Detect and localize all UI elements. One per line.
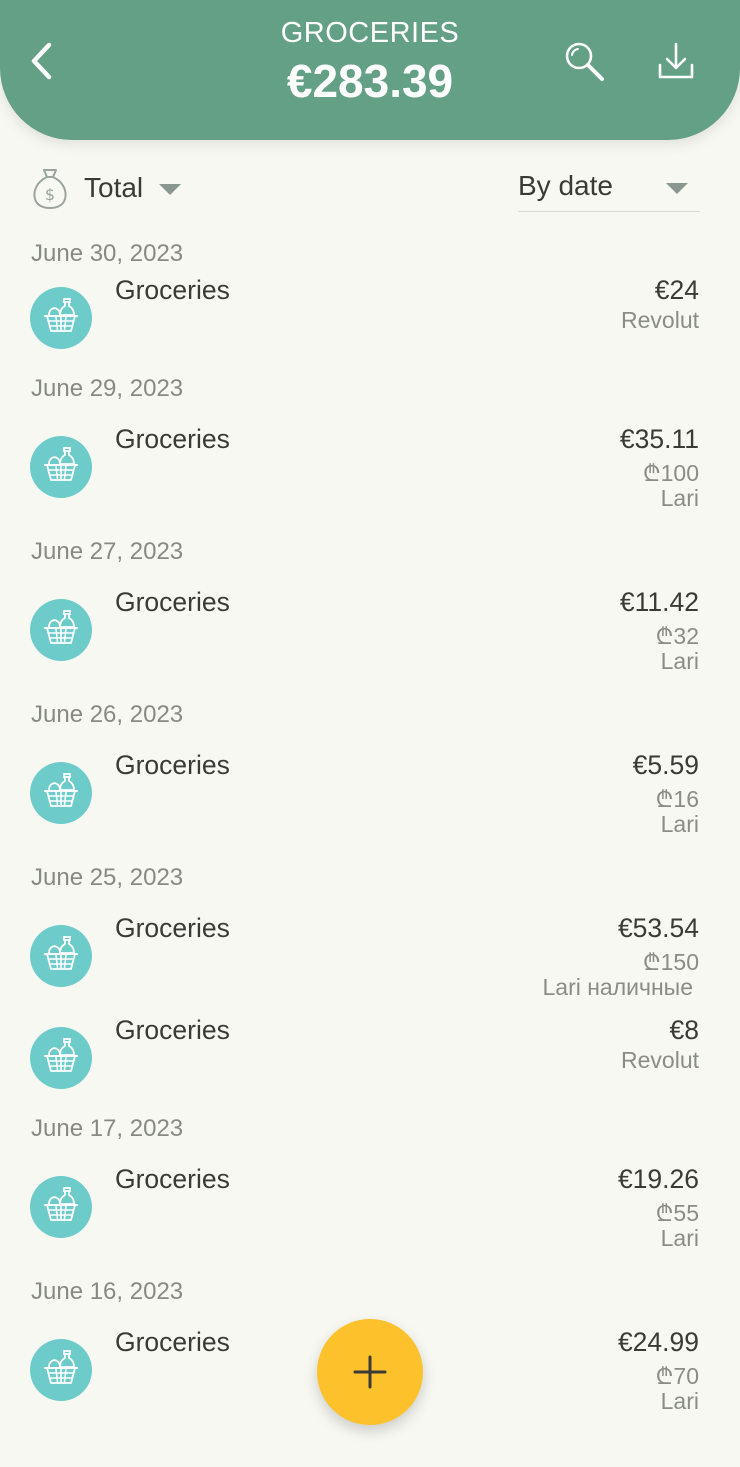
grocery-basket-icon: [41, 934, 81, 979]
download-button[interactable]: [650, 36, 702, 86]
grocery-basket-icon: [41, 445, 81, 490]
category-icon-circle: [30, 1339, 92, 1401]
date-header: June 30, 2023: [31, 240, 184, 267]
transaction-amount: €35.11: [619, 424, 699, 454]
category-icon-circle: [30, 762, 92, 824]
date-header: June 27, 2023: [31, 538, 184, 565]
category-icon-circle: [30, 287, 92, 349]
category-name: Groceries: [115, 913, 230, 943]
category-name: Groceries: [115, 587, 230, 617]
original-amount: ₾55: [655, 1200, 699, 1226]
original-amount: ₾32: [655, 623, 699, 649]
transaction-amount: €19.26: [617, 1164, 699, 1194]
account-name: Revolut: [621, 1047, 699, 1073]
grocery-basket-icon: [41, 1348, 81, 1393]
add-transaction-button[interactable]: [317, 1319, 423, 1425]
account-name: Lari: [660, 485, 699, 511]
account-name: Revolut: [621, 307, 699, 333]
total-filter-label: Total: [84, 172, 144, 203]
transaction-amount: €8: [669, 1015, 699, 1045]
original-amount: ₾100: [642, 460, 699, 486]
category-icon-circle: [30, 925, 92, 987]
plus-icon: [353, 1355, 387, 1389]
money-bag-icon: $: [33, 169, 67, 209]
category-icon-circle: [30, 599, 92, 661]
account-name: Lari наличные: [542, 974, 693, 1000]
category-name: Groceries: [115, 424, 230, 454]
grocery-basket-icon: [41, 608, 81, 653]
app-header: GROCERIES €283.39: [0, 0, 740, 140]
category-name: Groceries: [115, 1164, 230, 1194]
search-icon: [565, 42, 604, 81]
date-header: June 25, 2023: [31, 864, 184, 891]
date-header: June 16, 2023: [31, 1278, 184, 1305]
category-icon-circle: [30, 1027, 92, 1089]
svg-text:$: $: [45, 185, 55, 204]
category-name: Groceries: [115, 275, 230, 305]
transaction-amount: €5.59: [632, 750, 699, 780]
grocery-basket-icon: [41, 1036, 81, 1081]
date-header: June 17, 2023: [31, 1115, 184, 1142]
account-name: Lari: [660, 811, 699, 837]
original-amount: ₾16: [655, 786, 699, 812]
grocery-basket-icon: [41, 771, 81, 816]
account-name: Lari: [660, 1388, 699, 1414]
account-name: Lari: [660, 1225, 699, 1251]
date-header: June 26, 2023: [31, 701, 184, 728]
category-name: Groceries: [115, 750, 230, 780]
category-name: Groceries: [115, 1327, 230, 1357]
sort-dropdown[interactable]: By date: [518, 166, 700, 212]
total-amount: €283.39: [286, 55, 454, 107]
transaction-amount: €24: [654, 275, 699, 305]
dropdown-arrow-icon: [159, 183, 182, 195]
category-icon-circle: [30, 1176, 92, 1238]
transaction-amount: €11.42: [619, 587, 699, 617]
transaction-amount: €53.54: [617, 913, 699, 943]
date-header: June 29, 2023: [31, 375, 184, 402]
original-amount: ₾150: [642, 949, 699, 975]
original-amount: ₾70: [655, 1363, 699, 1389]
download-icon: [658, 42, 694, 79]
transaction-amount: €24.99: [617, 1327, 699, 1357]
search-button[interactable]: [558, 36, 610, 86]
category-name: Groceries: [115, 1015, 230, 1045]
total-filter-dropdown[interactable]: $ Total: [30, 164, 182, 212]
dropdown-arrow-icon: [666, 183, 688, 194]
account-name: Lari: [660, 648, 699, 674]
category-icon-circle: [30, 436, 92, 498]
sort-label: By date: [518, 170, 613, 201]
grocery-basket-icon: [41, 296, 81, 341]
grocery-basket-icon: [41, 1185, 81, 1230]
page-title: GROCERIES: [280, 17, 460, 49]
